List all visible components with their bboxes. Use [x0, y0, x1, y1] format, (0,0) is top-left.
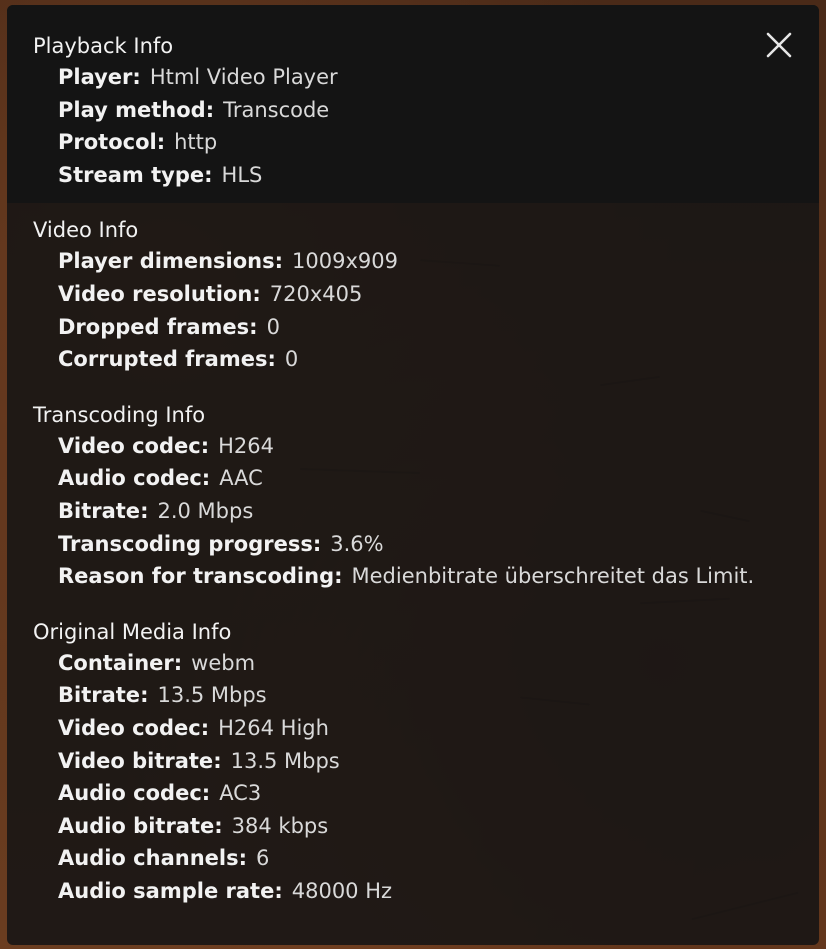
info-value: Html Video Player: [149, 65, 338, 89]
info-label: Audio bitrate: [58, 814, 223, 838]
info-value: 1009x909: [292, 249, 398, 274]
info-value: 384 kbps: [231, 813, 329, 838]
info-row: Audio codec AC3: [33, 777, 759, 810]
info-row: Container webm: [33, 647, 759, 680]
playback-info-panel: Playback Info Player Html Video Player Pl…: [7, 5, 819, 945]
info-label: Stream type: [58, 163, 213, 187]
info-row: Reason for transcoding Medienbitrate über…: [33, 560, 759, 593]
info-value: webm: [191, 650, 256, 675]
info-row: Audio bitrate 384 kbps: [33, 810, 759, 843]
info-row: Bitrate 13.5 Mbps: [33, 679, 759, 712]
info-label: Video codec: [58, 716, 209, 740]
info-label: Transcoding progress: [58, 532, 321, 556]
section-video-info: Video Info Player dimensions 1009x909 Vid…: [33, 215, 759, 375]
info-content: Playback Info Player Html Video Player Pl…: [33, 31, 759, 931]
section-title: Transcoding Info: [33, 402, 206, 427]
info-row: Video resolution 720x405: [33, 278, 759, 311]
info-label: Protocol: [58, 130, 165, 154]
section-original-media-info: Original Media Info Container webm Bitrat…: [33, 617, 759, 908]
info-value: 2.0 Mbps: [157, 498, 254, 523]
info-label: Video codec: [58, 434, 209, 458]
info-label: Corrupted frames: [58, 347, 276, 371]
close-button[interactable]: [765, 31, 793, 59]
info-label: Audio codec: [58, 781, 210, 805]
info-label: Player dimensions: [58, 249, 283, 273]
info-value: 3.6%: [330, 531, 384, 556]
info-label: Player: [58, 65, 141, 89]
info-row: Stream type HLS: [33, 159, 759, 192]
info-value: Medienbitrate überschreitet das Limit.: [351, 564, 755, 589]
info-value: AC3: [219, 781, 262, 806]
info-label: Audio sample rate: [58, 879, 283, 903]
close-icon: [766, 32, 792, 58]
info-value: 6: [256, 846, 270, 871]
info-label: Bitrate: [58, 683, 148, 707]
section-transcoding-info: Transcoding Info Video codec H264 Audio c…: [33, 400, 759, 593]
info-row: Bitrate 2.0 Mbps: [33, 495, 759, 528]
info-value: 720x405: [269, 281, 363, 306]
info-row: Audio channels 6: [33, 842, 759, 875]
info-row: Player dimensions 1009x909: [33, 245, 759, 278]
info-row: Audio sample rate 48000 Hz: [33, 875, 759, 908]
info-value: AAC: [219, 466, 263, 491]
info-label: Bitrate: [58, 499, 148, 523]
info-row: Video codec H264 High: [33, 712, 759, 745]
info-value: 0: [266, 314, 280, 339]
info-value: H264: [218, 433, 274, 458]
info-value: H264 High: [218, 715, 329, 740]
info-row: Protocol http: [33, 126, 759, 159]
info-value: 0: [284, 347, 299, 372]
info-row: Transcoding progress 3.6%: [33, 528, 759, 561]
section-title: Original Media Info: [33, 619, 232, 644]
info-value: Transcode: [223, 97, 330, 122]
info-row: Video codec H264: [33, 430, 759, 463]
info-label: Video resolution: [58, 282, 261, 306]
info-label: Dropped frames: [58, 315, 258, 339]
info-row: Dropped frames 0: [33, 311, 759, 344]
info-row: Corrupted frames 0: [33, 343, 759, 376]
info-label: Play method: [58, 98, 214, 122]
info-row: Audio codec AAC: [33, 462, 759, 495]
info-value: 13.5 Mbps: [230, 748, 340, 773]
info-label: Audio codec: [58, 466, 210, 490]
info-label: Reason for transcoding: [58, 564, 343, 588]
info-value: 13.5 Mbps: [157, 683, 267, 708]
section-title: Playback Info: [33, 34, 174, 58]
info-row: Play method Transcode: [33, 94, 759, 127]
info-row: Video bitrate 13.5 Mbps: [33, 745, 759, 778]
section-title: Video Info: [33, 218, 139, 243]
info-label: Video bitrate: [58, 749, 222, 773]
info-value: http: [174, 130, 218, 155]
info-value: HLS: [221, 162, 263, 187]
info-value: 48000 Hz: [291, 878, 393, 903]
section-playback-info: Playback Info Player Html Video Player Pl…: [33, 31, 759, 191]
info-label: Container: [58, 651, 182, 675]
info-row: Player Html Video Player: [33, 61, 759, 94]
info-label: Audio channels: [58, 846, 247, 870]
